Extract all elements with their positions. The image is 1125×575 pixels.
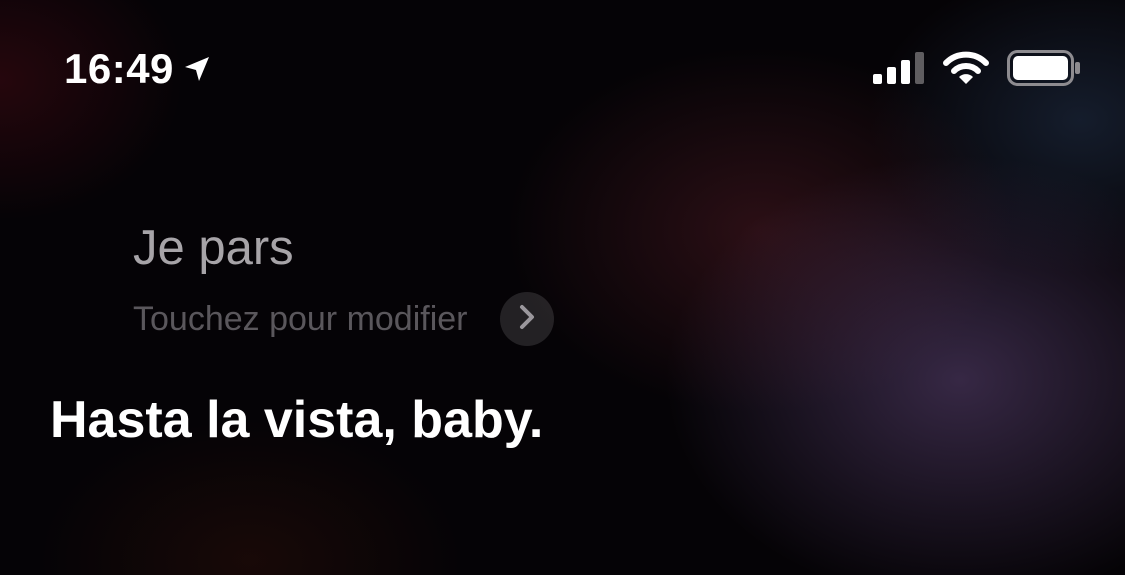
tap-to-edit-hint: Touchez pour modifier — [133, 300, 468, 338]
cellular-signal-icon — [873, 52, 925, 84]
wifi-icon — [943, 51, 989, 85]
clock-time: 16:49 — [64, 45, 174, 92]
location-arrow-icon — [182, 54, 212, 84]
status-bar-indicators — [873, 50, 1081, 86]
siri-heard-text[interactable]: Je pars — [133, 218, 294, 278]
battery-icon — [1007, 50, 1081, 86]
tap-to-edit-row[interactable]: Touchez pour modifier — [133, 292, 554, 346]
chevron-right-icon — [517, 304, 537, 335]
siri-response-text: Hasta la vista, baby. — [50, 391, 544, 449]
edit-chevron-button[interactable] — [499, 292, 554, 346]
status-bar-time: 16:49 — [64, 44, 212, 94]
